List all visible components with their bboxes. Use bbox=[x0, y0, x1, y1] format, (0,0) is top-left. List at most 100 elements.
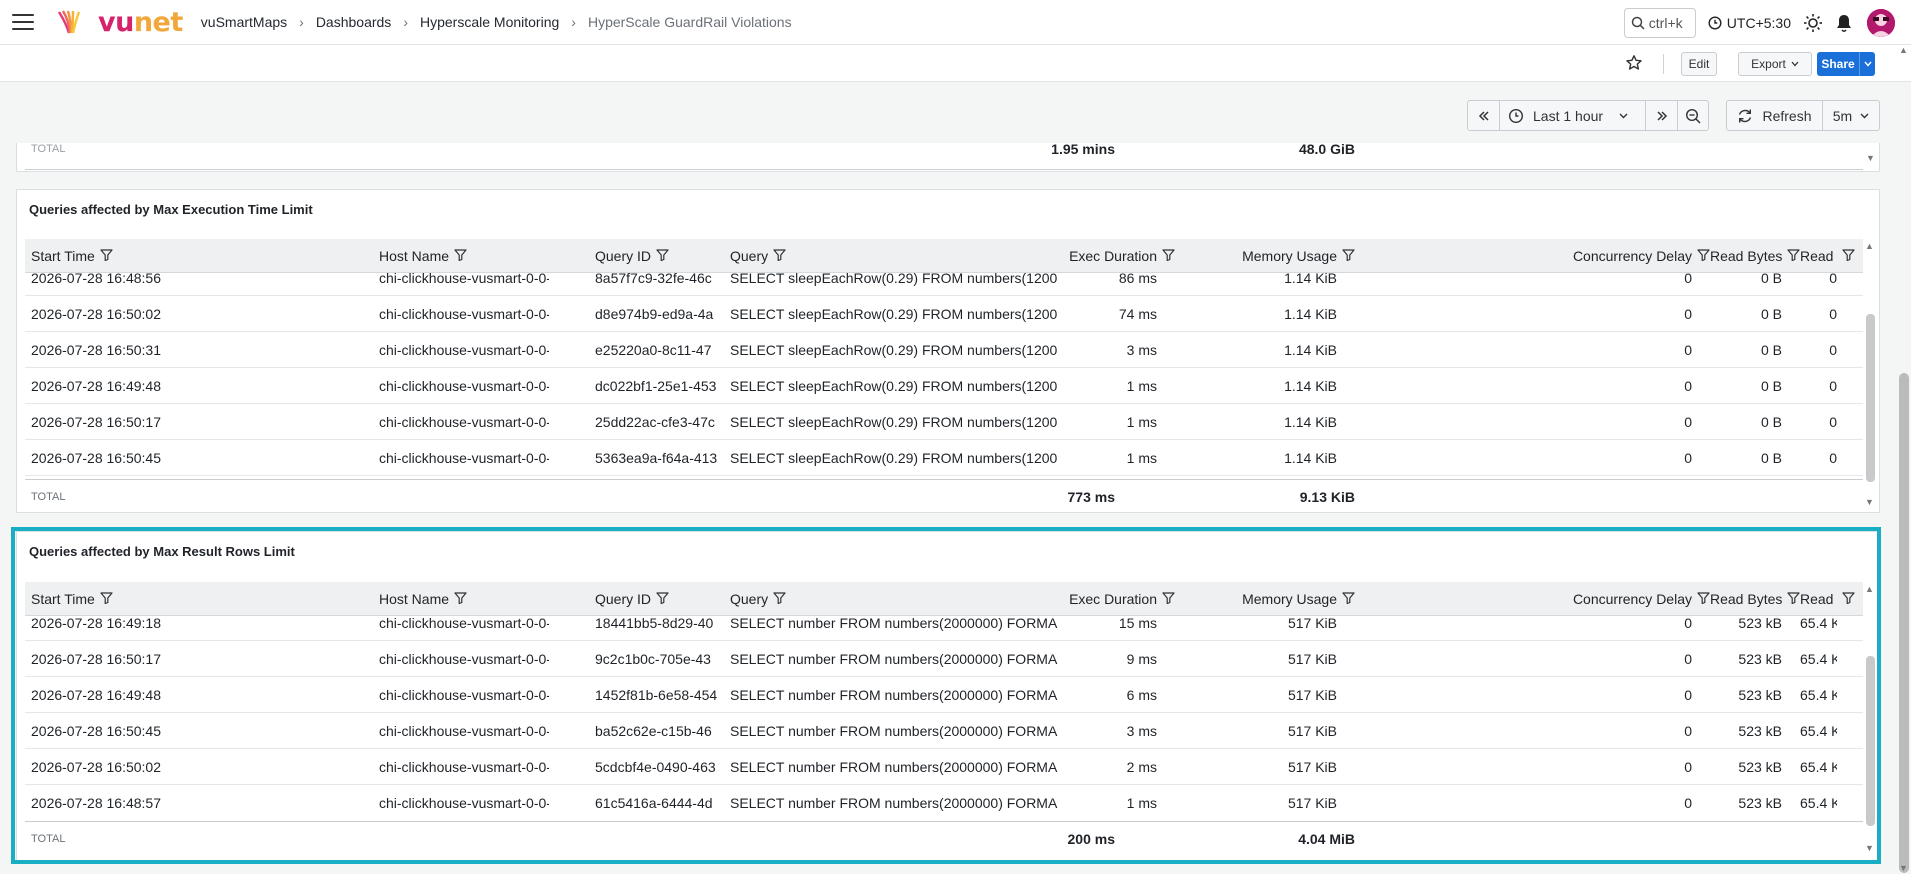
column-header-query[interactable]: Query bbox=[730, 239, 1060, 272]
table-row[interactable]: 2026-07-28 16:50:02 chi-clickhouse-vusmar… bbox=[25, 296, 1863, 332]
filter-icon[interactable] bbox=[773, 248, 786, 264]
panel-max-execution-time: Queries affected by Max Execution Time L… bbox=[16, 189, 1880, 513]
dashboard-action-bar: Edit Export Share bbox=[0, 45, 1911, 82]
column-header-concurrency-delay[interactable]: Concurrency Delay bbox=[1495, 239, 1710, 272]
cell-host-name: chi-clickhouse-vusmart-0-0-0 bbox=[379, 378, 549, 394]
column-header-label: Query bbox=[730, 248, 769, 264]
column-header-memory-usage[interactable]: Memory Usage bbox=[1175, 239, 1355, 272]
refresh-icon bbox=[1739, 109, 1752, 122]
search-input[interactable]: ctrl+k bbox=[1623, 7, 1696, 38]
brand-logo-net: net bbox=[133, 6, 183, 38]
scrollbar-thumb[interactable] bbox=[1866, 314, 1875, 482]
time-range-picker: Last 1 hour bbox=[1467, 100, 1709, 131]
table-row[interactable]: 2026-07-28 16:48:56 chi-clickhouse-vusmar… bbox=[25, 273, 1863, 296]
cell-query-id: d8e974b9-ed9a-4a bbox=[595, 306, 714, 322]
cell-host-name: chi-clickhouse-vusmart-0-0-0 bbox=[379, 450, 549, 466]
refresh-interval-label: 5m bbox=[1832, 107, 1853, 124]
page-scrollbar[interactable]: ▲ ▼ bbox=[1896, 45, 1911, 874]
star-icon[interactable] bbox=[1625, 54, 1643, 72]
scroll-down-arrow[interactable]: ▼ bbox=[1866, 153, 1875, 163]
scroll-down-arrow[interactable]: ▼ bbox=[1865, 497, 1874, 507]
cell-concurrency-delay: 0 bbox=[1684, 378, 1692, 394]
column-header-label: Start Time bbox=[31, 248, 95, 264]
cell-start-time: 2026-07-28 16:50:45 bbox=[31, 450, 161, 466]
filter-icon[interactable] bbox=[656, 248, 669, 264]
cell-start-time: 2026-07-28 16:50:31 bbox=[31, 342, 161, 358]
clock-icon bbox=[1508, 108, 1524, 123]
column-header-exec-duration[interactable]: Exec Duration bbox=[1055, 239, 1175, 272]
brand-logo-vu: vu bbox=[98, 6, 134, 38]
cell-start-time: 2026-07-28 16:49:48 bbox=[31, 378, 161, 394]
cell-concurrency-delay: 0 bbox=[1684, 273, 1692, 286]
breadcrumb-current: HyperScale GuardRail Violations bbox=[587, 14, 792, 30]
column-header-start-time[interactable]: Start Time bbox=[31, 239, 291, 272]
double-chevron-right-icon bbox=[1656, 110, 1667, 121]
cell-read-bytes: 0 B bbox=[1760, 342, 1782, 358]
breadcrumb-separator: › bbox=[299, 14, 304, 30]
table-row[interactable]: 2026-07-28 16:50:17 chi-clickhouse-vusmar… bbox=[25, 404, 1863, 440]
scrollbar-thumb[interactable] bbox=[1899, 373, 1909, 873]
search-icon bbox=[1631, 16, 1645, 30]
scroll-up-arrow[interactable]: ▲ bbox=[1899, 45, 1908, 55]
refresh-control: Refresh 5m bbox=[1726, 100, 1880, 131]
cell-memory-usage: 1.14 KiB bbox=[1284, 306, 1337, 322]
table-scrollbar[interactable]: ▲ ▼ bbox=[1864, 239, 1876, 510]
breadcrumb-vusmartmaps[interactable]: vuSmartMaps bbox=[201, 14, 287, 30]
notifications-button[interactable] bbox=[1835, 13, 1853, 33]
filter-icon[interactable] bbox=[1697, 248, 1710, 264]
cell-memory-usage: 1.14 KiB bbox=[1284, 450, 1337, 466]
avatar[interactable] bbox=[1867, 8, 1895, 37]
cell-concurrency-delay: 0 bbox=[1684, 450, 1692, 466]
total-exec-duration: 1.95 mins bbox=[1051, 141, 1115, 157]
avatar-icon bbox=[1867, 8, 1895, 37]
time-range-select[interactable]: Last 1 hour bbox=[1500, 101, 1646, 130]
breadcrumb-dashboards[interactable]: Dashboards bbox=[316, 14, 392, 30]
edit-button[interactable]: Edit bbox=[1681, 52, 1717, 76]
scroll-down-arrow[interactable]: ▼ bbox=[1899, 863, 1908, 873]
time-shift-back-button[interactable] bbox=[1468, 101, 1500, 130]
filter-icon[interactable] bbox=[1842, 248, 1855, 264]
filter-icon[interactable] bbox=[100, 248, 113, 264]
column-header-query-id[interactable]: Query ID bbox=[595, 239, 725, 272]
filter-icon[interactable] bbox=[454, 248, 467, 264]
panel-title: Queries affected by Max Execution Time L… bbox=[29, 202, 313, 217]
export-button[interactable]: Export bbox=[1738, 52, 1812, 76]
cell-start-time: 2026-07-28 16:50:02 bbox=[31, 306, 161, 322]
cell-host-name: chi-clickhouse-vusmart-0-0-0 bbox=[379, 306, 549, 322]
selected-panel-highlight bbox=[11, 527, 1881, 864]
bell-icon bbox=[1837, 14, 1851, 32]
filter-icon[interactable] bbox=[1162, 248, 1175, 264]
column-header-read-bytes[interactable]: Read Bytes bbox=[1710, 239, 1800, 272]
cell-concurrency-delay: 0 bbox=[1684, 306, 1692, 322]
breadcrumb-hyperscale-monitoring[interactable]: Hyperscale Monitoring bbox=[420, 14, 559, 30]
cell-concurrency-delay: 0 bbox=[1684, 342, 1692, 358]
menu-icon[interactable] bbox=[12, 14, 34, 30]
zoom-out-button[interactable] bbox=[1678, 101, 1708, 130]
sun-icon bbox=[1804, 13, 1822, 32]
timezone-selector[interactable]: UTC+5:30 bbox=[1708, 15, 1791, 31]
cell-memory-usage: 1.14 KiB bbox=[1284, 378, 1337, 394]
share-button[interactable]: Share bbox=[1817, 52, 1875, 76]
share-dropdown-button[interactable] bbox=[1859, 52, 1875, 76]
time-shift-forward-button[interactable] bbox=[1646, 101, 1678, 130]
refresh-interval-select[interactable]: 5m bbox=[1823, 101, 1879, 130]
chevron-down-icon bbox=[1863, 61, 1872, 67]
column-header-host-name[interactable]: Host Name bbox=[379, 239, 549, 272]
table-row[interactable]: 2026-07-28 16:50:45 chi-clickhouse-vusmar… bbox=[25, 440, 1863, 476]
filter-icon[interactable] bbox=[1342, 248, 1355, 264]
cell-exec-duration: 1 ms bbox=[1126, 414, 1157, 430]
scroll-up-arrow[interactable]: ▲ bbox=[1865, 241, 1874, 251]
table-row[interactable]: 2026-07-28 16:49:48 chi-clickhouse-vusmar… bbox=[25, 368, 1863, 404]
table-row[interactable]: 2026-07-28 16:50:31 chi-clickhouse-vusmar… bbox=[25, 332, 1863, 368]
column-header-read-rows[interactable]: Read Rows bbox=[1800, 239, 1855, 272]
brand-logo[interactable]: vunet bbox=[98, 9, 183, 36]
refresh-button[interactable]: Refresh bbox=[1727, 101, 1823, 130]
theme-toggle[interactable] bbox=[1803, 13, 1823, 33]
chevron-down-icon bbox=[1860, 113, 1869, 118]
filter-icon[interactable] bbox=[1787, 248, 1800, 264]
breadcrumb: vuSmartMaps › Dashboards › Hyperscale Mo… bbox=[201, 14, 792, 30]
top-navbar: vunet vuSmartMaps › Dashboards › Hypersc… bbox=[0, 0, 1911, 45]
share-label: Share bbox=[1821, 57, 1855, 71]
timezone-label: UTC+5:30 bbox=[1726, 14, 1791, 31]
export-label: Export bbox=[1751, 57, 1786, 71]
